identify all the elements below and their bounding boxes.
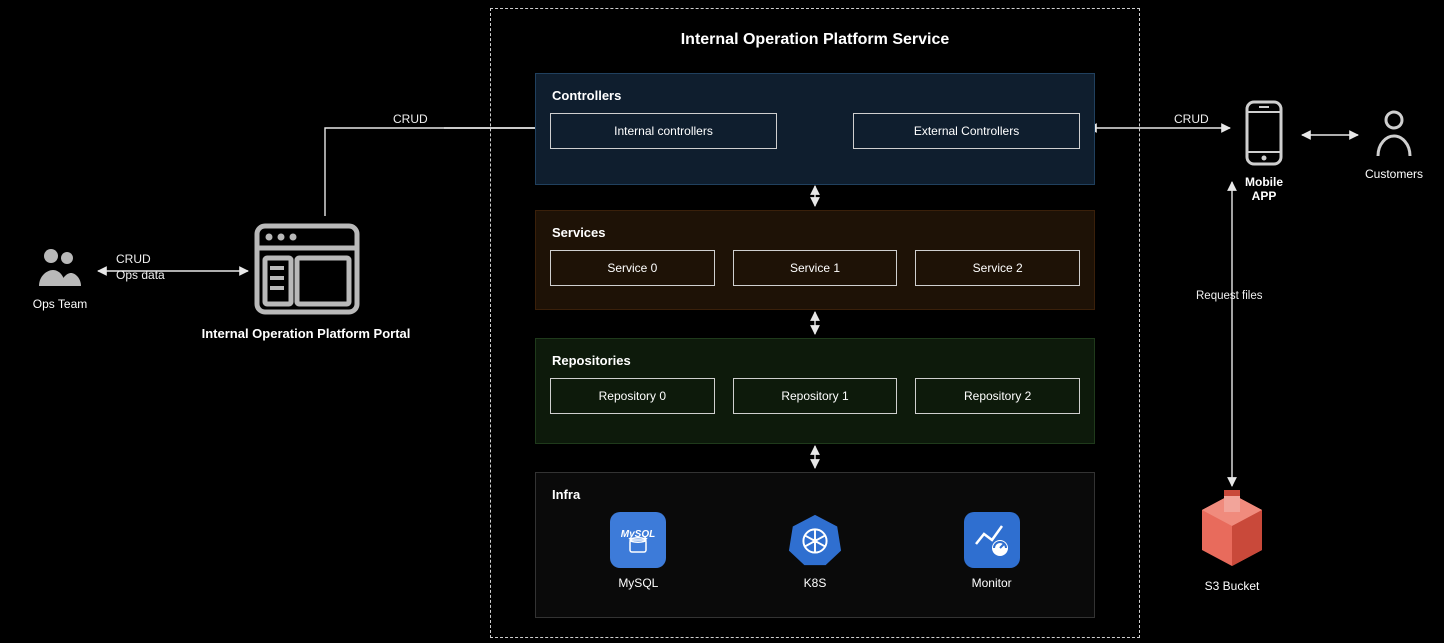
layer-services-title: Services (552, 225, 1080, 240)
layer-services: Services Service 0 Service 1 Service 2 (535, 210, 1095, 310)
layer-repositories-title: Repositories (552, 353, 1080, 368)
node-ops-team: Ops Team (27, 246, 93, 311)
layer-repositories: Repositories Repository 0 Repository 1 R… (535, 338, 1095, 444)
customers-label: Customers (1362, 167, 1426, 181)
box-service-1: Service 1 (733, 250, 898, 286)
box-service-0: Service 0 (550, 250, 715, 286)
box-service-2: Service 2 (915, 250, 1080, 286)
box-internal-controllers: Internal controllers (550, 113, 777, 149)
mobile-phone-icon (1243, 100, 1285, 166)
node-mobile: Mobile APP (1232, 100, 1296, 203)
people-icon (35, 246, 85, 288)
edge-label-ops-crud: CRUD (116, 252, 151, 266)
s3-label: S3 Bucket (1185, 579, 1279, 593)
layer-infra-title: Infra (552, 487, 1080, 502)
box-repo-0: Repository 0 (550, 378, 715, 414)
edge-label-portal-crud: CRUD (393, 112, 428, 126)
edge-label-ops-data: Ops data (116, 268, 165, 282)
node-portal (252, 222, 362, 319)
s3-bucket-icon (1190, 490, 1274, 570)
mobile-label: Mobile APP (1232, 175, 1296, 203)
node-s3: S3 Bucket (1185, 490, 1279, 593)
edge-label-mobile-crud: CRUD (1174, 112, 1209, 126)
layer-controllers-title: Controllers (552, 88, 1080, 103)
edge-label-request-files: Request files (1196, 290, 1262, 302)
k8s-icon (787, 512, 843, 568)
infra-item-k8s: K8S (755, 512, 875, 590)
infra-item-mysql: MySQL MySQL (578, 512, 698, 590)
box-repo-1: Repository 1 (733, 378, 898, 414)
browser-window-icon (253, 222, 361, 316)
ops-team-label: Ops Team (27, 297, 93, 311)
infra-label-k8s: K8S (755, 576, 875, 590)
node-customers: Customers (1362, 108, 1426, 181)
person-icon (1372, 108, 1416, 158)
infra-item-monitor: Monitor (932, 512, 1052, 590)
service-frame: Internal Operation Platform Service Cont… (490, 8, 1140, 638)
box-external-controllers: External Controllers (853, 113, 1080, 149)
portal-label: Internal Operation Platform Portal (176, 326, 436, 341)
service-title: Internal Operation Platform Service (491, 31, 1139, 49)
layer-controllers: Controllers Internal controllers Externa… (535, 73, 1095, 185)
layer-infra: Infra MySQL MySQL K8S (535, 472, 1095, 618)
box-repo-2: Repository 2 (915, 378, 1080, 414)
infra-label-mysql: MySQL (578, 576, 698, 590)
infra-label-monitor: Monitor (932, 576, 1052, 590)
monitor-icon (964, 512, 1020, 568)
mysql-icon: MySQL (610, 512, 666, 568)
